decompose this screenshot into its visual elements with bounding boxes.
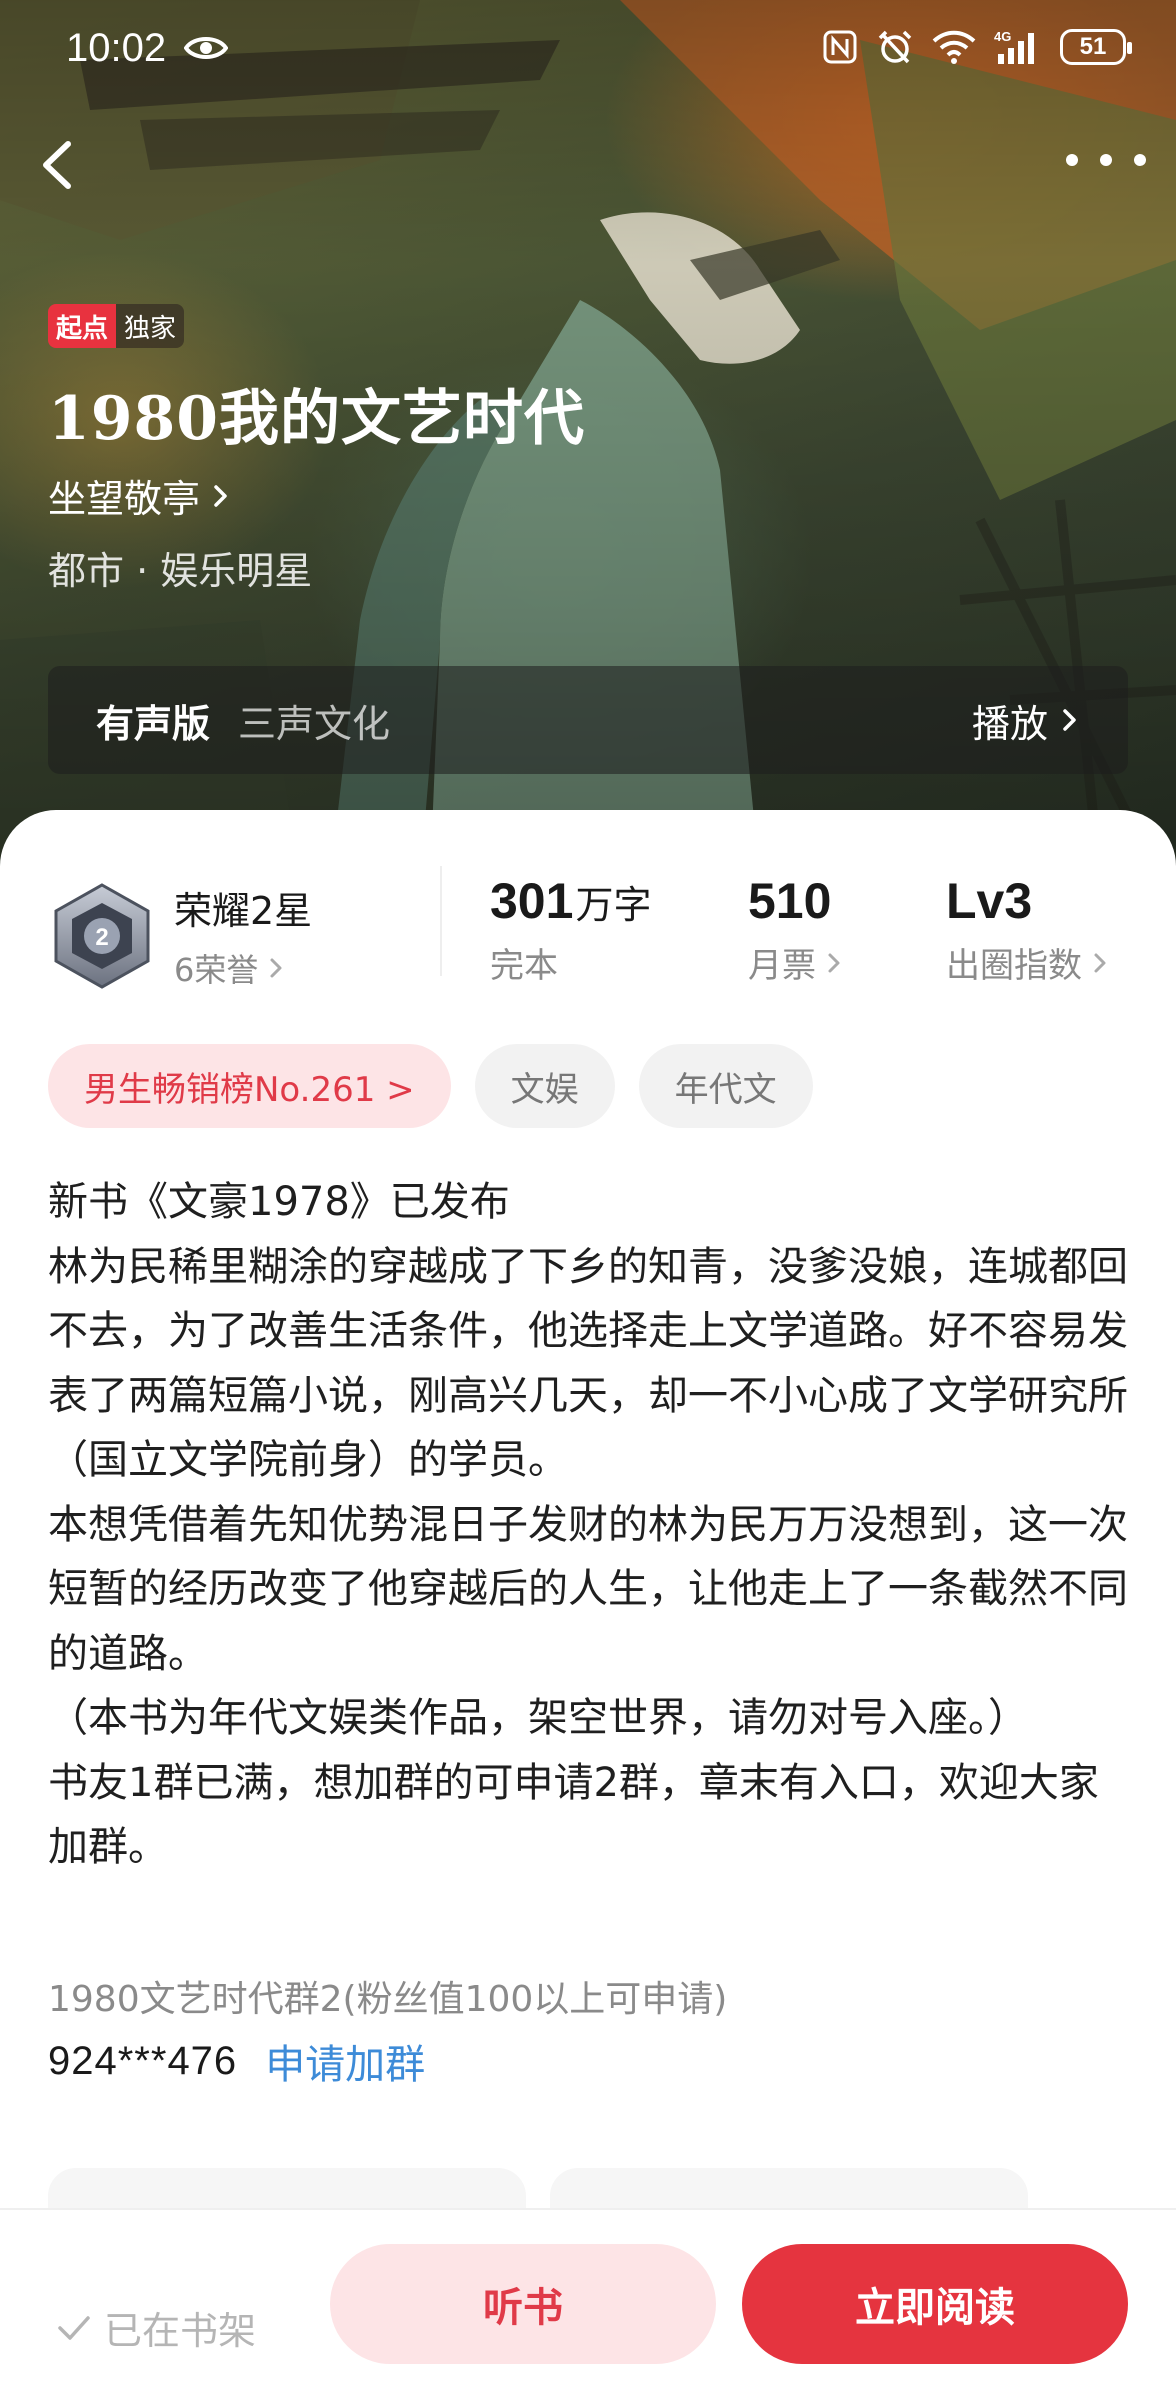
- divider: [440, 866, 442, 976]
- fan-group-id: 924***476: [48, 2038, 238, 2083]
- book-genre: 都市 · 娱乐明星: [48, 549, 313, 593]
- popularity-index-value: Lv3: [946, 873, 1033, 929]
- word-count-stat: 301 万字 完本: [490, 872, 651, 987]
- audio-version-bar[interactable]: 有声版 三声文化 播放: [48, 666, 1128, 774]
- monthly-ticket-label: 月票: [748, 946, 816, 986]
- battery-icon: 51: [1060, 29, 1132, 65]
- alarm-icon: [878, 30, 912, 64]
- audio-label: 有声版: [96, 701, 211, 746]
- intro-paragraph: （本书为年代文娱类作品，架空世界，请勿对号入座。）: [48, 1695, 1028, 1741]
- book-title: 1980我的文艺时代: [48, 384, 585, 454]
- signal-4g-icon: 4G: [994, 29, 1034, 64]
- word-count-label: 完本: [490, 946, 558, 986]
- monthly-ticket-stat[interactable]: 510 月票: [748, 872, 842, 987]
- chevron-right-icon: [1094, 953, 1106, 972]
- intro-paragraph: 书友1群已满，想加群的可申请2群，章末有入口，欢迎大家加群。: [48, 1759, 1099, 1871]
- nfc-icon: [823, 30, 857, 64]
- honor-medal-icon: 2: [54, 882, 150, 989]
- author-name: 坐望敬亭: [48, 477, 201, 521]
- more-button[interactable]: [1066, 140, 1146, 180]
- word-count-unit: 万字: [575, 883, 652, 927]
- word-count-value: 301: [490, 873, 574, 929]
- eye-icon: [184, 37, 228, 59]
- read-now-button[interactable]: 立即阅读: [742, 2244, 1128, 2364]
- intro-paragraph: 新书《文豪1978》已发布: [48, 1179, 510, 1225]
- chevron-left-icon: [43, 141, 71, 189]
- honor-count: 6荣誉: [174, 951, 259, 989]
- chevron-right-icon: [270, 958, 282, 978]
- badge-exclusive: 独家: [116, 304, 185, 348]
- back-button[interactable]: [28, 130, 88, 200]
- badge-brand: 起点: [48, 304, 117, 348]
- on-shelf-label: 已在书架: [104, 2309, 257, 2353]
- audio-play-label: 播放: [971, 701, 1048, 746]
- book-detail-card: 2 荣耀2星 6荣誉 301 万字 完本 510 月票 Lv3 出圈指数 男生畅…: [0, 810, 1176, 2228]
- audio-publisher: 三声文化: [238, 701, 391, 746]
- on-shelf-button[interactable]: 已在书架: [56, 2300, 256, 2355]
- more-dots-icon: [1066, 154, 1078, 166]
- listen-button[interactable]: 听书: [330, 2244, 716, 2364]
- fan-group-row: 924***476 申请加群: [48, 2032, 425, 2090]
- check-icon: [58, 2315, 90, 2340]
- fan-group-name: 1980文艺时代群2(粉丝值100以上可申请): [48, 1979, 728, 2020]
- status-bar: 10:02 4G 51: [0, 0, 1176, 100]
- status-time: 10:02: [66, 26, 167, 70]
- intro-paragraph: 本想凭借着先知优势混日子发财的林为民万万没想到，这一次短暂的经历改变了他穿越后的…: [48, 1501, 1128, 1677]
- honor-block[interactable]: 2 荣耀2星 6荣誉: [50, 880, 312, 991]
- tag-chip[interactable]: 年代文: [638, 1044, 813, 1128]
- chevron-right-icon: [828, 953, 840, 972]
- rank-tag[interactable]: 男生畅销榜No.261 >: [48, 1044, 451, 1128]
- book-introduction: 新书《文豪1978》已发布 林为民稀里糊涂的穿越成了下乡的知青，没爹没娘，连城都…: [48, 1170, 1138, 1880]
- book-cover-hero: 10:02 4G 51 起点 独家 1980我的文艺时代 坐望敬亭 都市 · 娱…: [0, 0, 1176, 880]
- join-group-link[interactable]: 申请加群: [265, 2032, 425, 2090]
- honor-title: 荣耀2星: [174, 889, 313, 933]
- wifi-icon: [932, 30, 976, 64]
- intro-paragraph: 林为民稀里糊涂的穿越成了下乡的知青，没爹没娘，连城都回不去，为了改善生活条件，他…: [48, 1243, 1128, 1484]
- author-link[interactable]: 坐望敬亭: [48, 468, 232, 523]
- popularity-index-stat[interactable]: Lv3 出圈指数: [946, 872, 1108, 987]
- svg-text:4G: 4G: [994, 29, 1011, 44]
- popularity-index-label: 出圈指数: [946, 946, 1082, 986]
- chevron-right-icon: [1063, 709, 1076, 731]
- tag-list: 男生畅销榜No.261 > 文娱 年代文: [48, 1044, 813, 1128]
- tag-chip[interactable]: 文娱: [474, 1044, 615, 1128]
- chevron-right-icon: [214, 484, 227, 507]
- svg-text:2: 2: [95, 924, 108, 951]
- monthly-ticket-value: 510: [748, 873, 832, 929]
- bottom-action-bar: 已在书架 听书 立即阅读: [0, 2208, 1176, 2400]
- exclusive-badge: 起点 独家: [48, 304, 185, 348]
- audio-play-button[interactable]: 播放: [972, 693, 1080, 748]
